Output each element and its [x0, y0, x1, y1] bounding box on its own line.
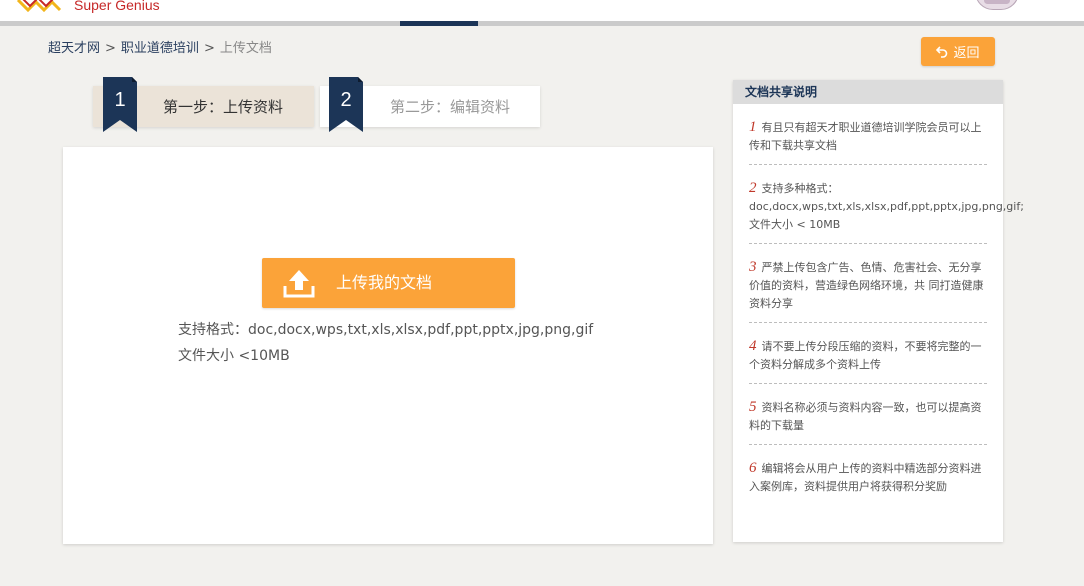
- breadcrumb-home[interactable]: 超天才网: [48, 41, 100, 56]
- sharing-notes-panel: 文档共享说明 1 有且只有超天才职业道德培训学院会员可以上传和下载共享文档 2 支持…: [733, 80, 1024, 542]
- note-number: 6: [749, 460, 757, 476]
- list-item: 4 请不要上传分段压缩的资料，不要将完整的一个资料分解成多个资料上传: [749, 323, 987, 384]
- note-text: 请不要上传分段压缩的资料，不要将完整的一个资料分解成多个资料上传: [749, 340, 982, 371]
- note-text: 编辑将会从用户上传的资料中精选部分资料进入案例库，资料提供用户将获得积分奖励: [749, 462, 982, 493]
- note-text: 严禁上传包含广告、色情、危害社会、无分享价值的资料，营造绿色网络环境，共 同打造…: [749, 261, 984, 310]
- file-size-limit-text: 文件大小 <10MB: [178, 348, 290, 364]
- upload-panel: 上传我的文档 支持格式：doc,docx,wps,txt,xls,xlsx,pd…: [63, 147, 713, 544]
- upload-document-button[interactable]: 上传我的文档: [262, 258, 515, 308]
- note-text: 有且只有超天才职业道德培训学院会员可以上传和下载共享文档: [749, 121, 982, 152]
- step-label: 第一步：上传资料: [163, 98, 284, 116]
- breadcrumb-separator: >: [105, 41, 116, 56]
- note-text: 支持多种格式：doc,docx,wps,txt,xls,xlsx,pdf,ppt…: [749, 182, 1024, 231]
- back-button-label: 返回: [953, 46, 980, 61]
- panel-title: 文档共享说明: [733, 80, 1003, 104]
- upload-button-label: 上传我的文档: [336, 273, 433, 292]
- step-tab-upload[interactable]: 1 第一步：上传资料: [93, 77, 314, 132]
- list-item: 2 支持多种格式：doc,docx,wps,txt,xls,xlsx,pdf,pp…: [749, 165, 1024, 244]
- note-number: 4: [749, 338, 757, 354]
- brand-name[interactable]: Super Genius: [74, 0, 160, 13]
- list-item: 3 严禁上传包含广告、色情、危害社会、无分享价值的资料，营造绿色网络环境，共 同打…: [749, 244, 987, 323]
- step-number: 2: [340, 89, 352, 111]
- top-header: Super Genius: [0, 0, 1084, 21]
- breadcrumb-current: 上传文档: [219, 41, 272, 56]
- user-avatar[interactable]: [975, 0, 1019, 10]
- breadcrumb-separator: >: [203, 41, 215, 56]
- list-item: 6 编辑将会从用户上传的资料中精选部分资料进入案例库，资料提供用户将获得积分奖励: [749, 445, 987, 505]
- upload-arrow-icon: [283, 270, 315, 298]
- step-number: 1: [114, 89, 126, 111]
- nav-active-indicator: [400, 21, 478, 26]
- notes-list: 1 有且只有超天才职业道德培训学院会员可以上传和下载共享文档 2 支持多种格式：do…: [733, 104, 1024, 505]
- note-text: 资料名称必须与资料内容一致，也可以提高资料的下载量: [749, 401, 982, 432]
- list-item: 5 资料名称必须与资料内容一致，也可以提高资料的下载量: [749, 384, 987, 445]
- step-tab-edit[interactable]: 2 第二步：编辑资料: [320, 77, 540, 132]
- back-button[interactable]: 返回: [921, 37, 995, 66]
- note-number: 1: [749, 119, 757, 135]
- note-number: 2: [749, 180, 757, 196]
- logo-icon[interactable]: [16, 0, 66, 12]
- supported-formats-text: 支持格式：doc,docx,wps,txt,xls,xlsx,pdf,ppt,p…: [178, 322, 594, 338]
- note-number: 3: [749, 259, 757, 275]
- return-arrow-icon: [936, 45, 948, 58]
- nav-rule: [0, 21, 1084, 26]
- list-item: 1 有且只有超天才职业道德培训学院会员可以上传和下载共享文档: [749, 104, 987, 165]
- step-label: 第二步：编辑资料: [390, 98, 511, 116]
- note-number: 5: [749, 399, 757, 415]
- breadcrumb-category[interactable]: 职业道德培训: [121, 41, 199, 56]
- breadcrumb: 超天才网 > 职业道德培训 > 上传文档: [48, 40, 272, 58]
